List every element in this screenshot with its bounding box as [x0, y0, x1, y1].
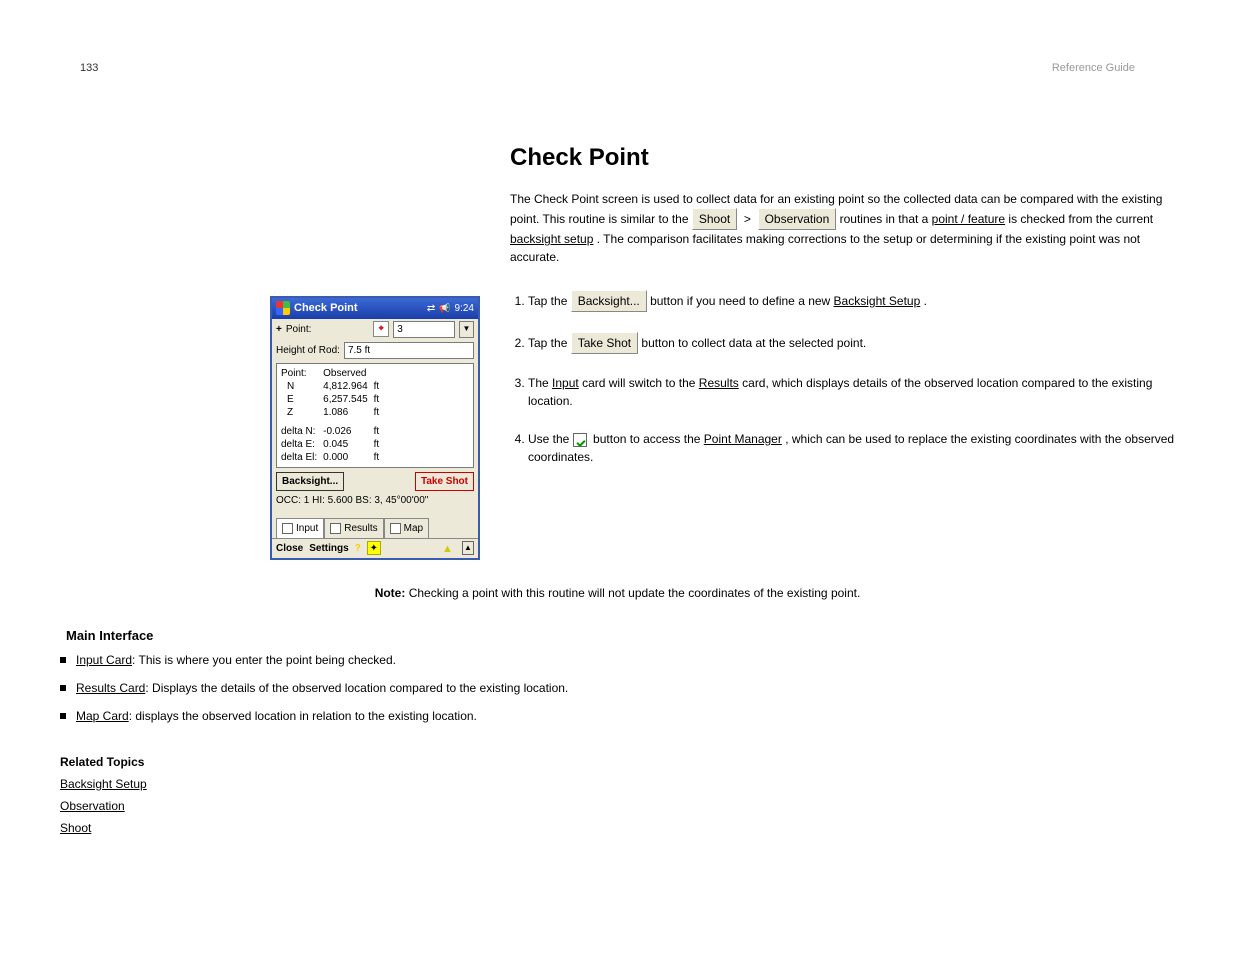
tab-input[interactable]: Input — [276, 518, 324, 538]
page-title: Check Point — [510, 140, 1175, 176]
sound-icon — [439, 301, 450, 316]
point-dropdown-arrow[interactable]: ▼ — [459, 321, 474, 338]
up-arrow-icon[interactable]: ▲ — [462, 541, 474, 555]
main-interface-heading: Main Interface — [66, 626, 1175, 646]
height-of-rod-label: Height of Rod: — [276, 343, 340, 358]
related-topics-heading: Related Topics — [60, 755, 144, 769]
bullet-map-card: Map Card: displays the observed location… — [60, 707, 1175, 725]
bullet-icon — [60, 657, 66, 663]
page-header-note: Reference Guide — [1052, 60, 1135, 77]
intro-paragraph: The Check Point screen is used to collec… — [510, 190, 1175, 266]
results-card-link[interactable]: Results — [699, 376, 739, 390]
point-label: Point: — [286, 322, 312, 337]
warning-icon[interactable] — [442, 541, 456, 555]
step-4: Use the button to access the Point Manag… — [528, 430, 1175, 466]
help-icon[interactable]: ? — [355, 541, 361, 556]
results-card-link-2[interactable]: Results Card — [76, 681, 145, 695]
point-manager-link[interactable]: Point Manager — [704, 432, 782, 446]
steps-list: Tap the Backsight... button if you need … — [510, 290, 1175, 466]
point-input[interactable]: 3 — [393, 321, 455, 338]
shoot-button-ref: Shoot — [692, 208, 737, 230]
windows-flag-icon — [276, 301, 290, 315]
height-of-rod-input[interactable]: 7.5 ft — [344, 342, 474, 359]
hro-row: Height of Rod: 7.5 ft — [272, 340, 478, 361]
device-screenshot: Check Point 9:24 + Point: ⌖ 3 ▼ Height o… — [270, 296, 480, 560]
device-title: Check Point — [294, 300, 423, 317]
bullets-list: Input Card: This is where you enter the … — [60, 651, 1175, 725]
device-titlebar: Check Point 9:24 — [272, 298, 478, 319]
tab-map[interactable]: Map — [384, 518, 429, 538]
related-observation[interactable]: Observation — [60, 797, 1175, 815]
backsight-setup-link-2[interactable]: Backsight Setup — [834, 294, 921, 308]
note-paragraph: Note: Checking a point with this routine… — [228, 584, 1008, 602]
step-1: Tap the Backsight... button if you need … — [528, 290, 1175, 312]
related-shoot[interactable]: Shoot — [60, 819, 1175, 837]
map-card-link[interactable]: Map Card — [76, 709, 129, 723]
right-column: Check Point The Check Point screen is us… — [510, 140, 1175, 280]
step-2: Tap the Take Shot button to collect data… — [528, 332, 1175, 354]
related-backsight-setup[interactable]: Backsight Setup — [60, 775, 1175, 793]
device-time: 9:24 — [455, 301, 474, 316]
related-topics: Related Topics Backsight Setup Observati… — [60, 753, 1175, 837]
backsight-button[interactable]: Backsight... — [276, 472, 344, 491]
step-3: The Input card will switch to the Result… — [528, 374, 1175, 410]
menu-close[interactable]: Close — [276, 541, 303, 556]
observation-button-ref: Observation — [758, 208, 837, 230]
take-shot-button-ref: Take Shot — [571, 332, 638, 354]
results-tab-icon — [330, 523, 341, 534]
occ-status-line: OCC: 1 HI: 5.600 BS: 3, 45°00'00" — [272, 493, 478, 512]
device-button-row: Backsight... Take Shot — [272, 470, 478, 493]
device-menubar: Close Settings ? ✦ ▲ — [272, 538, 478, 558]
menu-settings[interactable]: Settings — [309, 541, 348, 556]
backsight-setup-link[interactable]: backsight setup — [510, 232, 593, 246]
results-panel: Point:Observed N4,812.964ft E6,257.545ft… — [276, 363, 474, 468]
input-card-link[interactable]: Input — [552, 376, 579, 390]
bullet-results-card: Results Card: Displays the details of th… — [60, 679, 1175, 697]
titlebar-icons: 9:24 — [427, 301, 474, 316]
connectivity-icon — [427, 301, 435, 316]
device-tabs: Input Results Map — [272, 518, 478, 538]
backsight-button-ref: Backsight... — [571, 290, 647, 312]
point-row: + Point: ⌖ 3 ▼ — [272, 319, 478, 340]
map-tab-icon — [390, 523, 401, 534]
bullet-input-card: Input Card: This is where you enter the … — [60, 651, 1175, 669]
input-card-link-2[interactable]: Input Card — [76, 653, 132, 667]
map-pick-icon[interactable]: ⌖ — [373, 321, 389, 337]
shortcut-icon[interactable]: ✦ — [367, 541, 381, 555]
tab-results[interactable]: Results — [324, 518, 383, 538]
take-shot-button[interactable]: Take Shot — [415, 472, 474, 491]
input-tab-icon — [282, 523, 293, 534]
bullet-icon — [60, 713, 66, 719]
bullet-icon — [60, 685, 66, 691]
plus-icon[interactable]: + — [276, 322, 282, 337]
page-number: 133 — [80, 60, 98, 77]
point-feature-link[interactable]: point / feature — [932, 212, 1005, 226]
point-manager-icon — [573, 433, 587, 447]
